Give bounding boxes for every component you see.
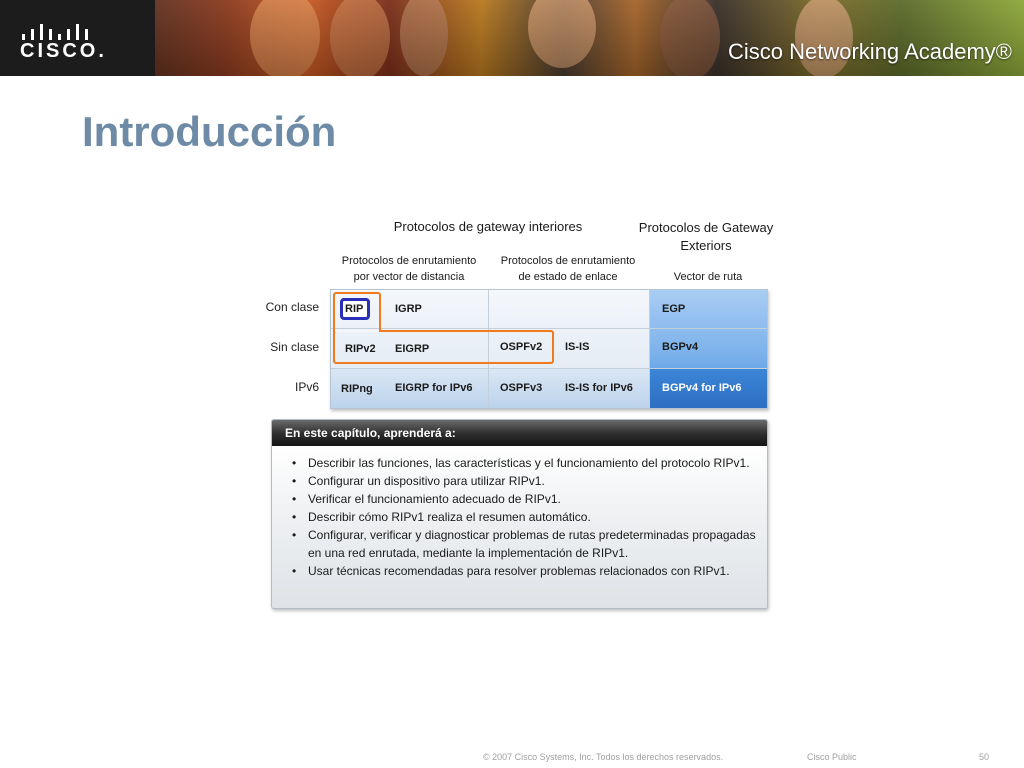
row-label-classful: Con clase: [265, 300, 319, 314]
objective-text: Describir las funciones, las característ…: [308, 456, 750, 470]
cisco-wordmark: CISCO.: [20, 40, 107, 62]
academy-title: Cisco Networking Academy®: [728, 39, 1012, 64]
exterior-gateway-header: Protocolos de Gateway Exteriors: [636, 219, 776, 255]
cell-ripng: RIPng: [341, 383, 373, 395]
cisco-logo: CISCO.: [0, 0, 155, 76]
link-state-header: Protocolos de enrutamiento de estado de …: [490, 253, 646, 285]
footer-copyright: © 2007 Cisco Systems, Inc. Todos los der…: [483, 752, 724, 762]
objective-item: • Describir cómo RIPv1 realiza el resumen…: [292, 508, 762, 526]
highlight-joiner: [335, 330, 379, 332]
cell-ospfv3: OSPFv3: [500, 382, 543, 394]
chapter-objectives-title: En este capítulo, aprenderá a:: [285, 426, 456, 440]
interior-gateway-header: Protocolos de gateway interiores: [393, 219, 583, 234]
bullet-icon: •: [292, 564, 297, 578]
chapter-objectives-header: En este capítulo, aprenderá a:: [272, 420, 767, 446]
row-divider: [331, 368, 767, 369]
row-divider: [331, 328, 767, 329]
exterior-gateway-header-line1: Protocolos de Gateway: [638, 220, 774, 235]
distance-vector-header-line2: por vector de distancia: [353, 271, 465, 283]
footer-classification: Cisco Public: [807, 752, 857, 762]
footer-page-number: 50: [979, 752, 990, 762]
cell-ospfv2: OSPFv2: [500, 341, 543, 353]
objective-item: • Verificar el funcionamiento adecuado de…: [292, 490, 762, 508]
cell-eigrp-ipv6: EIGRP for IPv6: [395, 382, 473, 394]
bullet-icon: •: [292, 474, 297, 488]
row-label-ipv6: IPv6: [294, 380, 319, 394]
slide-title: Introducción: [82, 108, 337, 155]
objective-text: Usar técnicas recomendadas para resolver…: [308, 564, 730, 578]
bullet-icon: •: [292, 492, 297, 506]
bullet-icon: •: [292, 528, 297, 542]
path-vector-header: Vector de ruta: [673, 271, 743, 283]
cell-eigrp: EIGRP: [395, 343, 430, 355]
objective-text: Configurar un dispositivo para utilizar …: [308, 474, 545, 488]
protocol-table: RIP IGRP EGP RIPv2 EIGRP OSPFv2 IS-IS BG…: [330, 289, 768, 409]
link-state-header-line1: Protocolos de enrutamiento: [500, 255, 636, 267]
row-label-classless: Sin clase: [270, 340, 319, 354]
objective-text: Configurar, verificar y diagnosticar pro…: [308, 528, 756, 560]
cell-bgpv4: BGPv4: [662, 341, 699, 353]
bullet-icon: •: [292, 456, 297, 470]
chapter-objectives-box: En este capítulo, aprenderá a: • Describi…: [271, 419, 768, 609]
cell-ripv2: RIPv2: [345, 343, 376, 355]
cell-isis-ipv6: IS-IS for IPv6: [565, 382, 633, 394]
column-divider: [649, 290, 650, 408]
chapter-objectives-body: • Describir las funciones, las caracterís…: [272, 446, 767, 608]
objective-item: • Usar técnicas recomendadas para resolve…: [292, 562, 762, 580]
cell-egp: EGP: [662, 303, 686, 315]
objective-text: Verificar el funcionamiento adecuado de …: [308, 492, 561, 506]
objective-item: • Describir las funciones, las caracterís…: [292, 454, 762, 472]
objective-item: • Configurar un dispositivo para utilizar…: [292, 472, 762, 490]
cisco-bars-icon: [22, 18, 94, 40]
objective-text: Describir cómo RIPv1 realiza el resumen …: [308, 510, 591, 524]
distance-vector-header-line1: Protocolos de enrutamiento: [341, 255, 477, 267]
distance-vector-header: Protocolos de enrutamiento por vector de…: [332, 253, 486, 285]
cell-igrp: IGRP: [395, 303, 422, 315]
cell-isis: IS-IS: [565, 341, 590, 353]
cell-bgpv4-ipv6: BGPv4 for IPv6: [662, 382, 742, 394]
exterior-gateway-header-line2: Exteriors: [680, 238, 732, 253]
cell-rip: RIP: [345, 303, 364, 315]
objective-item: • Configurar, verificar y diagnosticar pr…: [292, 526, 762, 562]
header-banner: CISCO. Cisco Networking Academy®: [0, 0, 1024, 76]
bullet-icon: •: [292, 510, 297, 524]
objectives-list: • Describir las funciones, las caracterís…: [292, 454, 762, 580]
link-state-header-line2: de estado de enlace: [518, 271, 618, 283]
